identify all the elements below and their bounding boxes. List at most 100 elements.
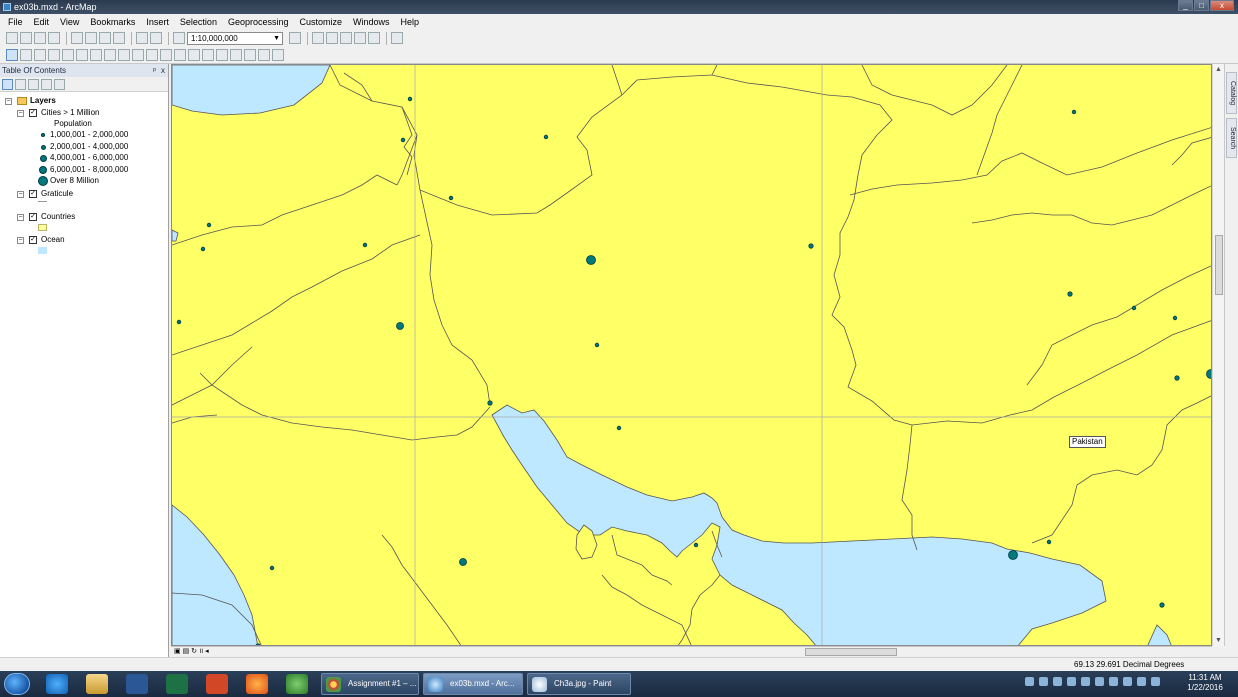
- menu-selection[interactable]: Selection: [180, 14, 217, 30]
- city-point[interactable]: [1174, 375, 1180, 381]
- find-icon[interactable]: [216, 48, 228, 61]
- city-point[interactable]: [616, 425, 622, 431]
- select-features-icon[interactable]: [118, 48, 130, 61]
- go-to-xy-icon[interactable]: [244, 48, 256, 61]
- legend-class[interactable]: Over 8 Million: [38, 176, 99, 186]
- city-point[interactable]: [586, 255, 596, 265]
- scrollbar-thumb[interactable]: [1215, 235, 1223, 295]
- tray-icon[interactable]: [1109, 677, 1118, 686]
- hyperlink-icon[interactable]: [174, 48, 186, 61]
- start-button[interactable]: [4, 673, 30, 695]
- collapse-icon[interactable]: −: [17, 109, 24, 117]
- list-by-source-icon[interactable]: [15, 78, 26, 90]
- time-slider-icon[interactable]: [258, 48, 270, 61]
- menu-edit[interactable]: Edit: [34, 14, 50, 30]
- taskbar-arcmap-window[interactable]: ex03b.mxd - Arc...: [423, 673, 523, 695]
- city-point[interactable]: [407, 96, 413, 102]
- layer-cities[interactable]: − ✓ Cities > 1 Million: [17, 108, 99, 118]
- maximize-button[interactable]: □: [1194, 0, 1209, 11]
- city-point[interactable]: [1159, 602, 1165, 608]
- layers-group[interactable]: − Layers: [5, 96, 56, 106]
- layer-ocean[interactable]: − ✓ Ocean: [17, 235, 65, 245]
- layer-visibility-checkbox[interactable]: ✓: [29, 213, 37, 221]
- toc-options-icon[interactable]: [54, 78, 65, 90]
- zoom-out-icon[interactable]: [20, 48, 32, 61]
- layout-view-icon[interactable]: ▤: [183, 648, 190, 655]
- map-canvas[interactable]: [172, 65, 1212, 646]
- menu-view[interactable]: View: [60, 14, 79, 30]
- viewer-window-icon[interactable]: [272, 48, 284, 61]
- map-vertical-scrollbar[interactable]: ▲ ▼: [1212, 64, 1224, 646]
- search-window-icon[interactable]: [340, 32, 352, 44]
- close-button[interactable]: x: [1210, 0, 1234, 11]
- legend-class[interactable]: 1,000,001 - 2,000,000: [38, 130, 128, 140]
- volume-icon[interactable]: [1151, 677, 1160, 686]
- map-horizontal-scrollbar-thumb[interactable]: [805, 648, 897, 656]
- excel-icon[interactable]: [166, 674, 188, 694]
- network-icon[interactable]: [1137, 677, 1146, 686]
- list-by-selection-icon[interactable]: [41, 78, 52, 90]
- city-point[interactable]: [269, 565, 275, 571]
- city-point[interactable]: [206, 222, 212, 228]
- measure-icon[interactable]: [202, 48, 214, 61]
- model-builder-icon[interactable]: [391, 32, 403, 44]
- pause-drawing-icon[interactable]: ॥: [199, 648, 203, 655]
- cut-icon[interactable]: [71, 32, 83, 44]
- city-point[interactable]: [808, 243, 814, 249]
- search-tab[interactable]: Search: [1226, 118, 1237, 158]
- city-point[interactable]: [693, 542, 699, 548]
- auto-hide-pin-icon[interactable]: ᵖ: [153, 64, 156, 77]
- layer-visibility-checkbox[interactable]: ✓: [29, 109, 37, 117]
- layer-countries[interactable]: − ✓ Countries: [17, 212, 75, 222]
- refresh-icon[interactable]: ↻: [191, 648, 197, 655]
- city-point[interactable]: [400, 137, 406, 143]
- map-view[interactable]: Pakistan: [171, 64, 1212, 646]
- table-of-contents-icon[interactable]: [312, 32, 324, 44]
- collapse-icon[interactable]: −: [17, 213, 24, 221]
- word-icon[interactable]: [126, 674, 148, 694]
- graticule-symbol[interactable]: [38, 201, 47, 202]
- delete-icon[interactable]: [113, 32, 125, 44]
- city-point[interactable]: [1067, 291, 1073, 297]
- scroll-left-icon[interactable]: ◂: [205, 648, 209, 655]
- menu-windows[interactable]: Windows: [353, 14, 390, 30]
- city-point[interactable]: [1008, 550, 1018, 560]
- tray-icon[interactable]: [1081, 677, 1090, 686]
- layer-visibility-checkbox[interactable]: ✓: [29, 236, 37, 244]
- city-point[interactable]: [1131, 305, 1137, 311]
- menu-help[interactable]: Help: [401, 14, 420, 30]
- html-popup-icon[interactable]: [188, 48, 200, 61]
- minimize-button[interactable]: _: [1178, 0, 1193, 11]
- add-data-icon[interactable]: [173, 32, 185, 44]
- undo-icon[interactable]: [136, 32, 148, 44]
- menu-insert[interactable]: Insert: [146, 14, 169, 30]
- city-point[interactable]: [1172, 315, 1178, 321]
- ocean-symbol[interactable]: [38, 247, 47, 254]
- menu-file[interactable]: File: [8, 14, 23, 30]
- fixed-zoom-out-icon[interactable]: [76, 48, 88, 61]
- tray-icon[interactable]: [1123, 677, 1132, 686]
- city-point[interactable]: [594, 342, 600, 348]
- tray-icon[interactable]: [1039, 677, 1048, 686]
- select-elements-icon[interactable]: [146, 48, 158, 61]
- menu-geoprocessing[interactable]: Geoprocessing: [228, 14, 289, 30]
- zoom-in-icon[interactable]: [6, 48, 18, 61]
- tray-icon[interactable]: [1025, 677, 1034, 686]
- collapse-icon[interactable]: −: [17, 190, 24, 198]
- redo-icon[interactable]: [150, 32, 162, 44]
- identify-icon[interactable]: [160, 48, 172, 61]
- editor-toolbar-icon[interactable]: [289, 32, 301, 44]
- legend-class[interactable]: 2,000,001 - 4,000,000: [38, 142, 128, 152]
- tray-icon[interactable]: [1053, 677, 1062, 686]
- close-icon[interactable]: x: [161, 64, 165, 77]
- pan-icon[interactable]: [34, 48, 46, 61]
- countries-symbol[interactable]: [38, 224, 47, 231]
- internet-explorer-icon[interactable]: [46, 674, 68, 694]
- print-icon[interactable]: [48, 32, 60, 44]
- city-point[interactable]: [1071, 109, 1077, 115]
- scroll-down-icon[interactable]: ▼: [1215, 637, 1222, 644]
- catalog-tab[interactable]: Catalog: [1226, 72, 1237, 114]
- city-point[interactable]: [396, 322, 404, 330]
- collapse-icon[interactable]: −: [17, 236, 24, 244]
- catalog-window-icon[interactable]: [326, 32, 338, 44]
